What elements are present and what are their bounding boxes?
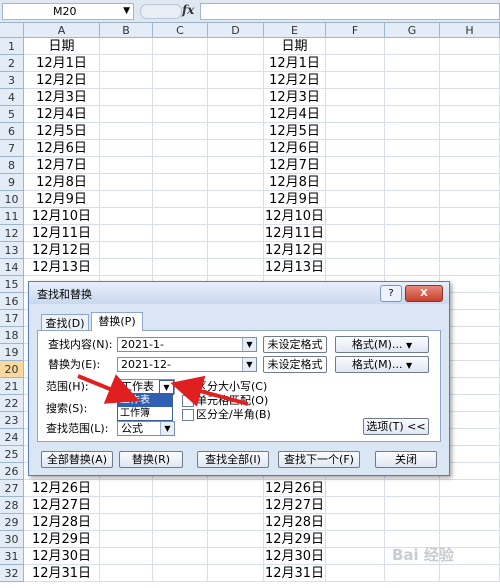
red-arrow-to-dropdown	[170, 375, 249, 407]
red-arrow-to-workbook-option	[77, 374, 140, 404]
annotation-arrows	[77, 374, 249, 407]
watermark: Bai 经验	[392, 546, 454, 564]
tab-replace[interactable]: 替换(P)	[91, 312, 143, 331]
